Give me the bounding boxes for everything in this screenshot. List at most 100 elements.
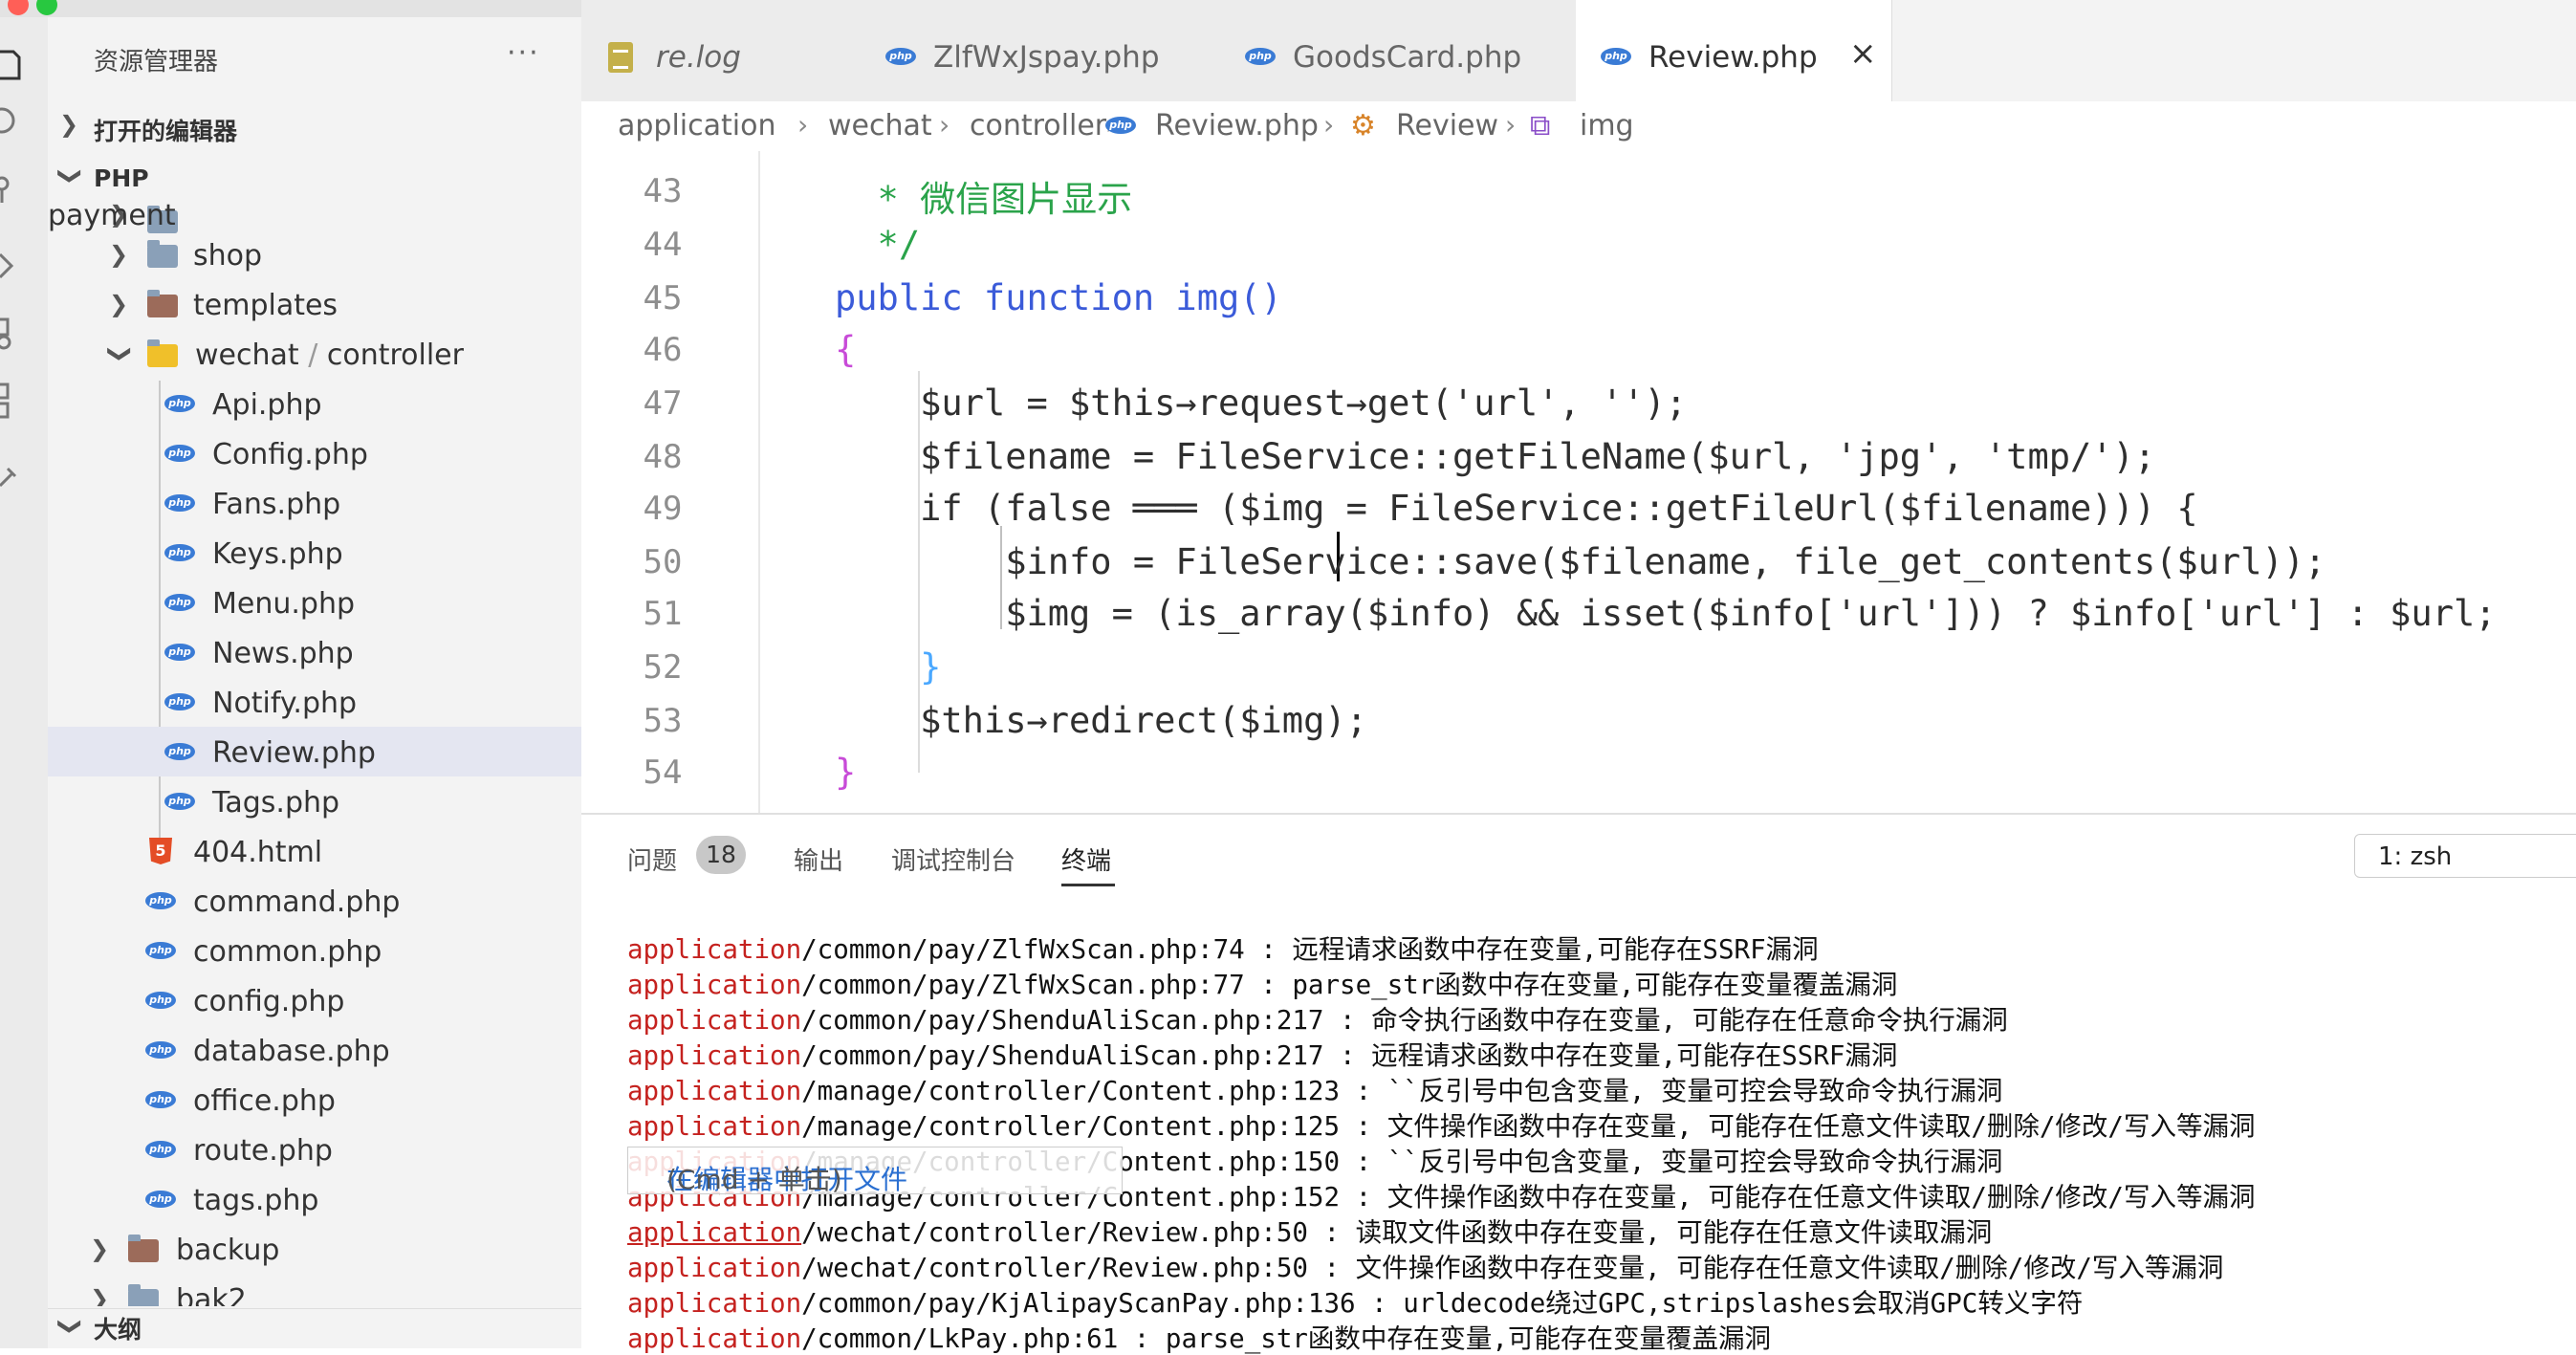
tree-file-404[interactable]: 5 404.html [48, 826, 581, 876]
outline-label: 大纲 [94, 1316, 142, 1344]
open-editors-section[interactable]: ❯ 打开的编辑器 [48, 103, 581, 149]
tab-problems[interactable]: 问题 [627, 841, 677, 877]
tools-icon[interactable] [0, 457, 33, 495]
chevron-right-icon: ❯ [109, 291, 129, 317]
tab-review[interactable]: php Review.php × [1576, 0, 1892, 101]
source-control-icon[interactable] [0, 170, 33, 208]
tree-folder-templates[interactable]: ❯ templates [48, 279, 581, 329]
tree-file-review[interactable]: php Review.php [48, 727, 581, 776]
terminal-select-value: 1: zsh [2378, 842, 2453, 871]
line-number: 44 [643, 226, 683, 264]
folder-icon [147, 240, 178, 268]
activity-bar [0, 17, 48, 1348]
tree-file-keys[interactable]: php Keys.php [48, 528, 581, 578]
code-text: $filename = FileService::getFileName($ur… [835, 436, 2156, 477]
code-editor[interactable]: 43 * 微信图片显示 44 */ 45 public function img… [581, 151, 2576, 813]
breadcrumb-item[interactable]: controller [970, 109, 1106, 142]
tree-file-config[interactable]: php Config.php [48, 428, 581, 478]
php-file-icon: php [164, 445, 195, 462]
run-debug-icon[interactable] [0, 247, 33, 285]
terminal-select[interactable]: 1: zsh [2354, 834, 2576, 878]
breadcrumb-item[interactable]: Review [1396, 109, 1498, 142]
tree-file-command[interactable]: php command.php [48, 876, 581, 926]
chevron-right-icon: ❯ [90, 1285, 110, 1306]
php-file-icon: php [164, 494, 195, 512]
tab-label: GoodsCard.php [1293, 40, 1522, 75]
breadcrumb-item[interactable]: application [618, 109, 775, 142]
code-text: } [835, 646, 942, 688]
terminal-text: /common/pay/ZlfWxScan.php:74 : 远程请求函数中存在… [801, 934, 1819, 965]
tab-debug-console[interactable]: 调试控制台 [891, 841, 1015, 877]
breadcrumb-item[interactable]: img [1580, 109, 1634, 142]
path-link[interactable]: application [627, 1288, 801, 1319]
tree-item-label: office.php [193, 1084, 336, 1118]
path-link[interactable]: application [627, 1323, 801, 1354]
project-label: PHP [94, 164, 149, 192]
breadcrumb-item[interactable]: Review.php [1155, 109, 1319, 142]
chevron-right-icon: › [797, 109, 809, 141]
terminal-line: application/common/pay/ShenduAliScan.php… [627, 1034, 1897, 1072]
explorer-sidebar: 资源管理器 ··· ❯ 打开的编辑器 ❯ PHP ❯ payment ❯ sho… [48, 17, 581, 1348]
tree-file-config-root[interactable]: php config.php [48, 975, 581, 1025]
explorer-icon[interactable] [0, 46, 33, 84]
breadcrumb-item[interactable]: wechat [828, 109, 932, 142]
path-link[interactable]: application [627, 1253, 801, 1283]
tree-folder-bak2[interactable]: ❯ bak2 [48, 1274, 581, 1306]
chevron-down-icon: ❯ [107, 343, 135, 364]
tree-folder-wechat-controller[interactable]: ❯ wechat / controller [48, 329, 581, 379]
terminal-text: /manage/controller/Content.php:125 : 文件操… [801, 1111, 2256, 1142]
php-file-icon: php [1245, 48, 1276, 65]
tree-file-route[interactable]: php route.php [48, 1125, 581, 1174]
tree-file-common[interactable]: php common.php [48, 926, 581, 975]
tree-item-label: Api.php [212, 388, 322, 422]
tree-file-api[interactable]: php Api.php [48, 379, 581, 428]
path-link[interactable]: application [627, 1040, 801, 1071]
more-actions-button[interactable]: ··· [507, 36, 540, 70]
search-icon[interactable] [0, 103, 33, 142]
tree-file-office[interactable]: php office.php [48, 1075, 581, 1125]
tree-folder-shop[interactable]: ❯ shop [48, 229, 581, 279]
path-link[interactable]: application [627, 1217, 801, 1248]
tree-item-label: bak2 [176, 1283, 247, 1306]
open-folder-icon [147, 339, 178, 367]
tab-output[interactable]: 输出 [794, 841, 843, 877]
tab-zlfwxjspay[interactable]: php ZlfWxJspay.php [857, 0, 1217, 101]
tree-item-label: command.php [193, 885, 401, 919]
tree-item-label: backup [176, 1234, 280, 1267]
tree-file-news[interactable]: php News.php [48, 627, 581, 677]
path-link[interactable]: application [627, 970, 801, 1000]
folder-icon [128, 1235, 159, 1262]
php-file-icon: php [164, 395, 195, 412]
chevron-right-icon: ❯ [109, 241, 129, 268]
tree-folder-backup[interactable]: ❯ backup [48, 1224, 581, 1274]
tree-file-fans[interactable]: php Fans.php [48, 478, 581, 528]
code-line: 47 $url = $this→request→get('url', ''); [581, 377, 2576, 430]
extensions-icon[interactable] [0, 314, 33, 352]
outline-section[interactable]: ❯ 大纲 [48, 1308, 581, 1348]
tree-file-tags[interactable]: php Tags.php [48, 776, 581, 826]
terminal-text: /wechat/controller/Review.php:50 : 读取文件函… [801, 1217, 1993, 1248]
tab-terminal[interactable]: 终端 [1061, 841, 1111, 877]
tab-goodscard[interactable]: php GoodsCard.php [1216, 0, 1577, 101]
tab-re-log[interactable]: re.log [581, 0, 858, 101]
php-file-icon: php [164, 793, 195, 810]
terminal-text: /common/pay/KjAlipayScanPay.php:136 : ur… [801, 1288, 2084, 1319]
close-tab-icon[interactable]: × [1849, 34, 1877, 73]
php-file-icon: php [164, 743, 195, 760]
path-link[interactable]: application [627, 1076, 801, 1106]
tree-file-menu[interactable]: php Menu.php [48, 578, 581, 627]
tree-file-tags-root[interactable]: php tags.php [48, 1174, 581, 1224]
terminal-line: application/manage/controller/Content.ph… [627, 1069, 2002, 1107]
code-text: { [835, 329, 857, 370]
open-editors-label: 打开的编辑器 [94, 118, 238, 145]
log-file-icon [608, 42, 633, 73]
open-file-tooltip: 在编辑器中打开文件 (Cmd + 单击) [627, 1147, 1123, 1195]
tree-file-database[interactable]: php database.php [48, 1025, 581, 1075]
path-link[interactable]: application [627, 1005, 801, 1036]
remote-explorer-icon[interactable] [0, 381, 33, 419]
path-link[interactable]: application [627, 1111, 801, 1142]
path-link[interactable]: application [627, 934, 801, 965]
tree-item-label: Tags.php [212, 786, 340, 820]
tree-file-notify[interactable]: php Notify.php [48, 677, 581, 727]
chevron-right-icon: ❯ [59, 111, 79, 138]
